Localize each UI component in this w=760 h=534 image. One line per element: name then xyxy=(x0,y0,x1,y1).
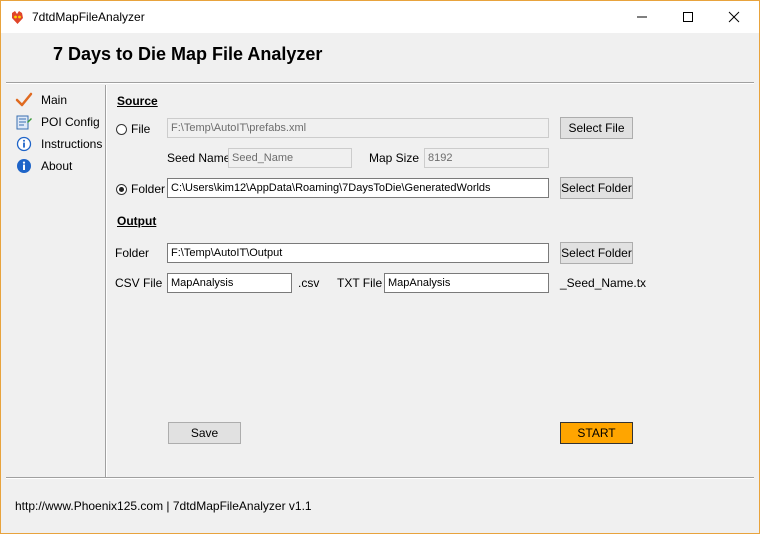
sidebar-item-label: POI Config xyxy=(41,115,100,129)
header: 7 Days to Die Map File Analyzer xyxy=(1,33,759,82)
sidebar-divider xyxy=(105,85,107,477)
select-output-folder-button[interactable]: Select Folder xyxy=(560,242,633,264)
title-bar: 7dtdMapFileAnalyzer xyxy=(1,1,759,33)
app-logo-icon xyxy=(10,10,25,25)
footer-divider xyxy=(6,477,754,479)
page-title: 7 Days to Die Map File Analyzer xyxy=(53,44,323,64)
maximize-button[interactable] xyxy=(665,1,711,33)
csv-file-label: CSV File xyxy=(115,276,163,290)
info-icon xyxy=(15,157,33,175)
output-folder-label: Folder xyxy=(115,246,150,260)
select-file-button[interactable]: Select File xyxy=(560,117,633,139)
csv-extension-label: .csv xyxy=(298,276,320,290)
sidebar-item-poi-config[interactable]: POI Config xyxy=(15,113,100,131)
header-divider xyxy=(6,82,754,84)
map-size-label: Map Size xyxy=(369,151,420,165)
save-button[interactable]: Save xyxy=(168,422,241,444)
config-icon xyxy=(15,113,33,131)
app-window: 7dtdMapFileAnalyzer 7 Days to Die Map Fi… xyxy=(0,0,760,534)
sidebar-item-label: About xyxy=(41,159,73,173)
source-folder-input[interactable]: C:\Users\kim12\AppData\Roaming\7DaysToDi… xyxy=(167,178,549,198)
radio-indicator xyxy=(116,123,127,135)
checkmark-icon xyxy=(15,91,33,109)
folder-radio[interactable]: Folder xyxy=(116,181,165,197)
minimize-icon xyxy=(637,16,647,18)
txt-suffix-label: _Seed_Name.tx xyxy=(560,276,647,290)
txt-file-input[interactable]: MapAnalysis xyxy=(384,273,549,293)
sidebar-item-main[interactable]: Main xyxy=(15,91,67,109)
source-heading: Source xyxy=(117,94,158,108)
start-button[interactable]: START xyxy=(560,422,633,444)
file-radio-label: File xyxy=(131,122,151,136)
folder-radio-label: Folder xyxy=(131,182,166,196)
file-path-input[interactable]: F:\Temp\AutoIT\prefabs.xml xyxy=(167,118,549,138)
footer-text: http://www.Phoenix125.com | 7dtdMapFileA… xyxy=(15,499,312,513)
seed-name-input[interactable]: Seed_Name xyxy=(228,148,352,168)
select-source-folder-button[interactable]: Select Folder xyxy=(560,177,633,199)
info-outline-icon xyxy=(15,135,33,153)
txt-file-label: TXT File xyxy=(337,276,383,290)
output-folder-input[interactable]: F:\Temp\AutoIT\Output xyxy=(167,243,549,263)
sidebar-item-about[interactable]: About xyxy=(15,157,72,175)
seed-name-label: Seed Name xyxy=(167,151,231,165)
sidebar-item-label: Instructions xyxy=(41,137,103,151)
close-button[interactable] xyxy=(711,1,757,33)
file-radio[interactable]: File xyxy=(116,121,150,137)
sidebar-item-instructions[interactable]: Instructions xyxy=(15,135,102,153)
output-heading: Output xyxy=(117,214,157,228)
minimize-button[interactable] xyxy=(619,1,665,33)
window-title: 7dtdMapFileAnalyzer xyxy=(32,10,145,24)
maximize-icon xyxy=(683,12,693,22)
map-size-input[interactable]: 8192 xyxy=(424,148,549,168)
sidebar-item-label: Main xyxy=(41,93,68,107)
radio-indicator xyxy=(116,183,127,195)
csv-file-input[interactable]: MapAnalysis xyxy=(167,273,292,293)
close-icon xyxy=(728,11,740,23)
